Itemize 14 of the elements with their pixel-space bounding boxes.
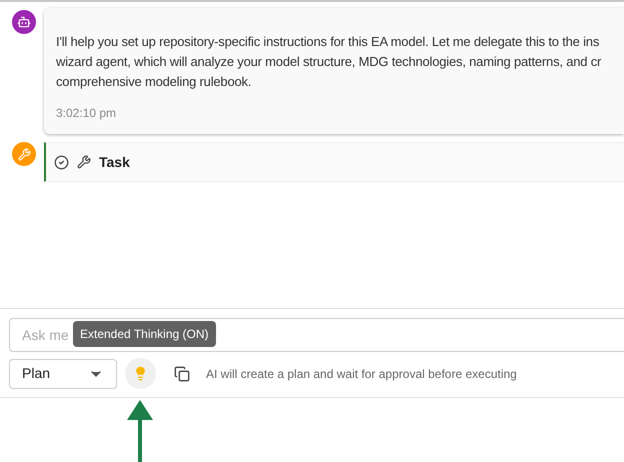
mode-select[interactable]: Plan [9, 358, 117, 388]
tooltip: Extended Thinking (ON) [73, 321, 216, 347]
message-text: I'll help you set up repository-specific instructions for this EA model. Let me delegate this to the ins [56, 33, 600, 51]
wrench-icon [77, 155, 91, 169]
lightbulb-icon [133, 366, 148, 381]
arrow [127, 400, 153, 462]
message-time: 3:02:10 pm [56, 105, 116, 122]
bot-avatar-icon [12, 10, 36, 34]
mode-hint: AI will create a plan and wait for approval before executing [206, 366, 517, 382]
wrench-avatar-icon [12, 142, 36, 166]
thinking-toggle[interactable] [125, 358, 156, 389]
message-text: comprehensive modeling rulebook. [56, 73, 252, 91]
message-text: wizard agent, which will analyze your model structure, MDG technologies, naming patterns, and cr [56, 53, 602, 71]
task-title: Task [99, 152, 130, 172]
